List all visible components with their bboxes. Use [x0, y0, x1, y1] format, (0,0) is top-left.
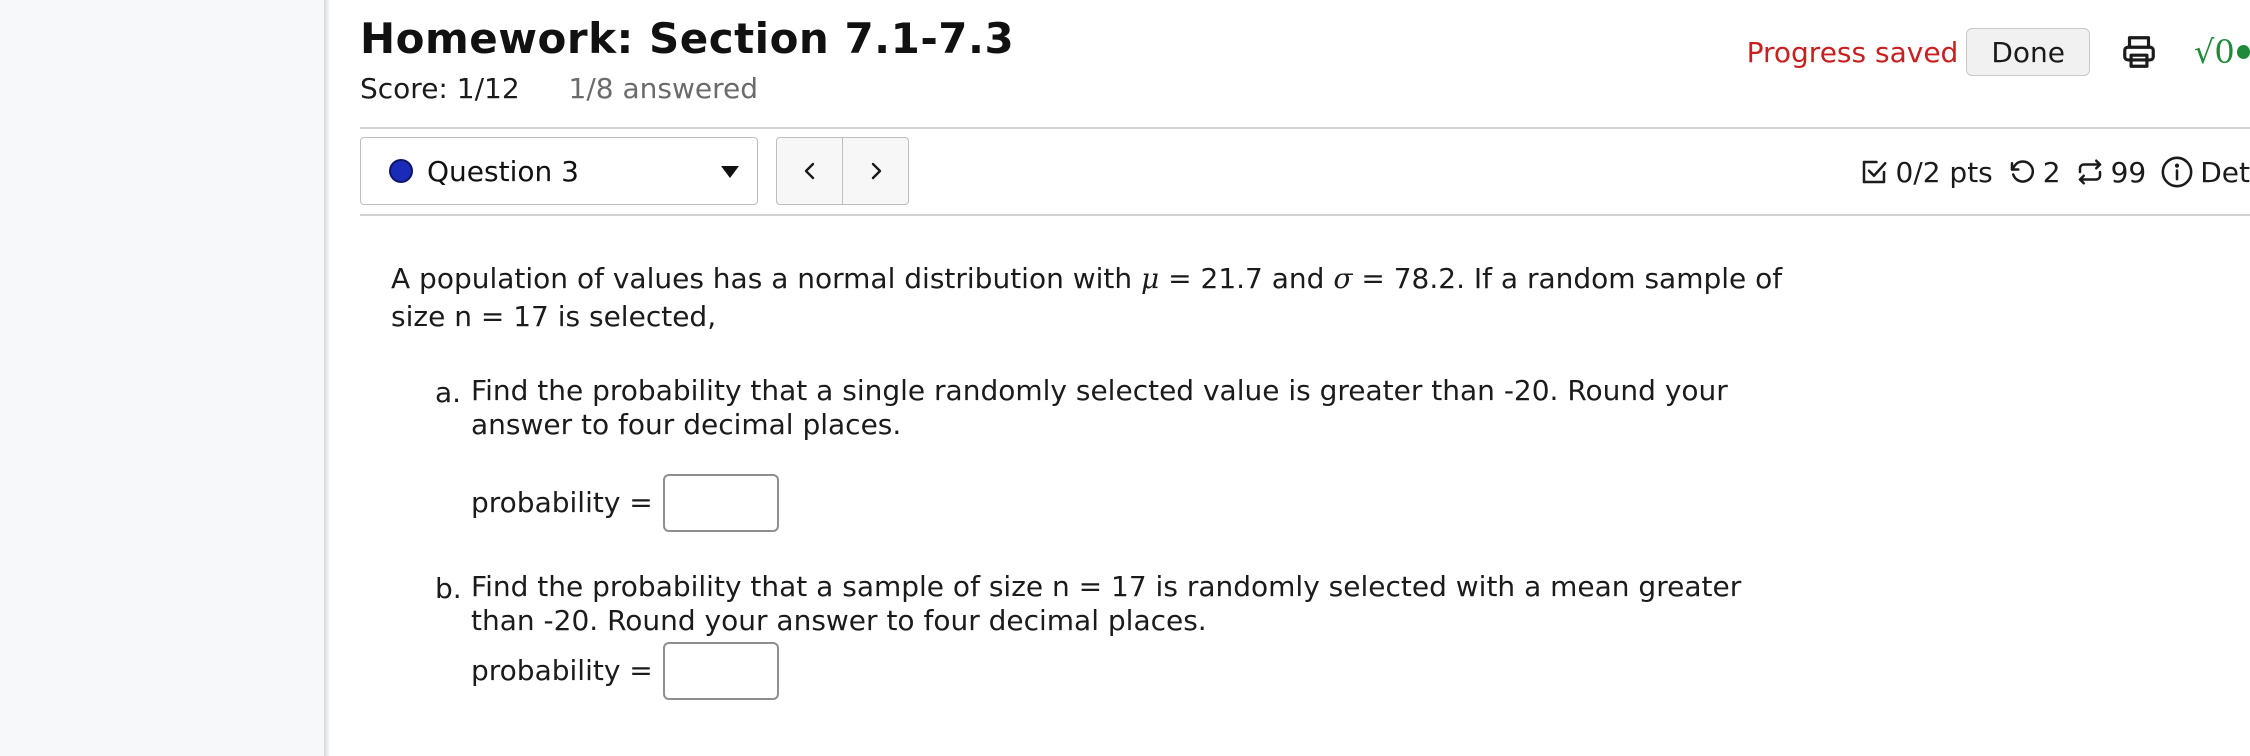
previous-question-button[interactable] — [777, 138, 843, 204]
status-dot-icon — [2236, 45, 2250, 59]
answer-label: probability = — [471, 486, 653, 519]
progress-status: Progress saved — [1746, 35, 1959, 69]
question-status-icon — [389, 159, 413, 183]
top-right-toolbar: Progress saved Done √0 — [1747, 28, 2250, 76]
problem-intro: A population of values has a normal dist… — [391, 262, 1783, 333]
answer-row: probability = — [471, 472, 1785, 534]
attempts-count: 99 — [2110, 155, 2147, 189]
sqrt-icon: √0 — [2194, 33, 2235, 71]
part-text: Find the probability that a single rando… — [471, 374, 1728, 441]
answered-count: 1/8 answered — [568, 72, 759, 105]
chevron-right-icon — [871, 162, 881, 180]
left-panel — [0, 0, 324, 756]
problem-body: A population of values has a normal dist… — [391, 260, 2151, 702]
part-a: a. Find the probability that a single ra… — [435, 374, 1785, 534]
part-b: b. Find the probability that a sample of… — [435, 570, 1785, 702]
answer-label: probability = — [471, 654, 653, 687]
page-title: Homework: Section 7.1-7.3 — [360, 14, 1015, 63]
math-input-indicator[interactable]: √0 — [2194, 33, 2250, 71]
probability-input-b[interactable] — [662, 642, 779, 700]
details-button[interactable]: Det — [2160, 155, 2250, 189]
answer-row: probability = — [471, 640, 1785, 702]
question-dropdown[interactable]: Question 3 — [360, 137, 758, 205]
part-letter: b. — [435, 572, 462, 605]
score-text: Score: 1/12 — [360, 72, 520, 105]
info-icon — [2161, 156, 2193, 188]
question-nav-buttons — [776, 137, 909, 205]
details-label: Det — [2200, 155, 2250, 189]
sigma-symbol: σ — [1333, 262, 1353, 295]
mu-symbol: μ — [1141, 262, 1160, 295]
next-question-button[interactable] — [843, 138, 908, 204]
retry-icon — [2010, 160, 2034, 183]
retries-count: 2 — [2042, 155, 2061, 189]
points-text: 0/2 pts — [1895, 155, 1993, 189]
divider-bottom — [360, 214, 2250, 216]
probability-input-a[interactable] — [662, 474, 779, 532]
checkbox-icon — [1863, 160, 1887, 184]
attempts-icon — [2078, 159, 2101, 185]
retries-info[interactable]: 2 — [2007, 156, 2061, 189]
question-dropdown-label: Question 3 — [427, 154, 579, 188]
print-icon[interactable] — [2120, 32, 2160, 72]
score-line: Score: 1/12 1/8 answered — [360, 72, 758, 105]
attempts-info: 99 — [2075, 155, 2147, 189]
left-panel-shadow — [324, 0, 330, 756]
main-content: Homework: Section 7.1-7.3 Score: 1/12 1/… — [360, 0, 2250, 756]
part-text: Find the probability that a sample of si… — [471, 570, 1742, 637]
caret-down-icon — [721, 166, 739, 178]
points-info: 0/2 pts — [1859, 155, 1993, 189]
question-meta-bar: 0/2 pts 2 99 Det — [1859, 150, 2250, 194]
part-letter: a. — [435, 376, 462, 409]
done-button[interactable]: Done — [1966, 28, 2090, 76]
chevron-left-icon — [804, 162, 814, 180]
divider-top — [360, 127, 2250, 129]
